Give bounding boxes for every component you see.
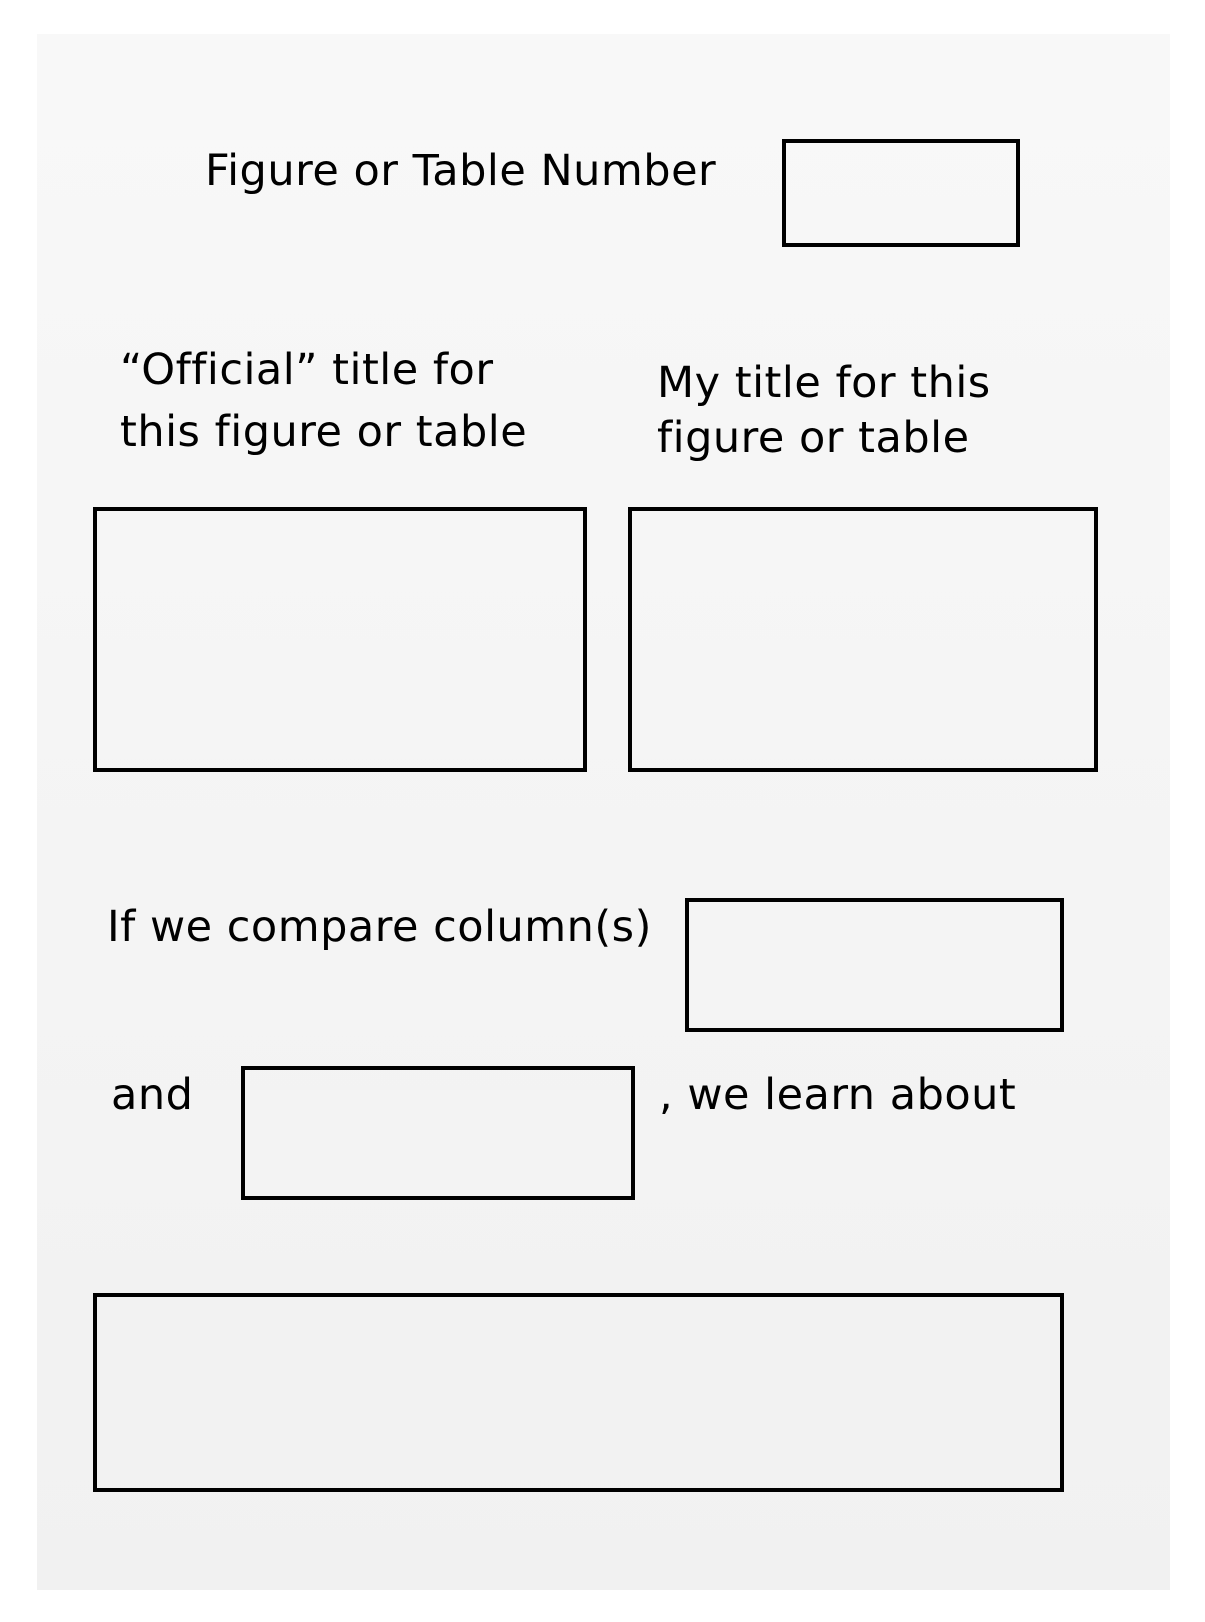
- official-title-box[interactable]: [93, 507, 587, 772]
- compare-column-box-1[interactable]: [685, 898, 1064, 1032]
- and-label: and: [111, 1070, 194, 1120]
- my-title-label: My title for this figure or table: [657, 358, 991, 464]
- conclusion-box[interactable]: [93, 1293, 1064, 1492]
- official-title-label: “Official” title for this figure or tabl…: [120, 345, 528, 458]
- compare-columns-label: If we compare column(s): [107, 902, 652, 952]
- figure-number-box[interactable]: [782, 139, 1020, 247]
- learn-about-label: , we learn about: [659, 1070, 1017, 1120]
- compare-column-box-2[interactable]: [241, 1066, 635, 1200]
- my-title-box[interactable]: [628, 507, 1098, 772]
- figure-number-label: Figure or Table Number: [205, 146, 717, 196]
- worksheet-page: Figure or Table Number “Official” title …: [37, 34, 1170, 1590]
